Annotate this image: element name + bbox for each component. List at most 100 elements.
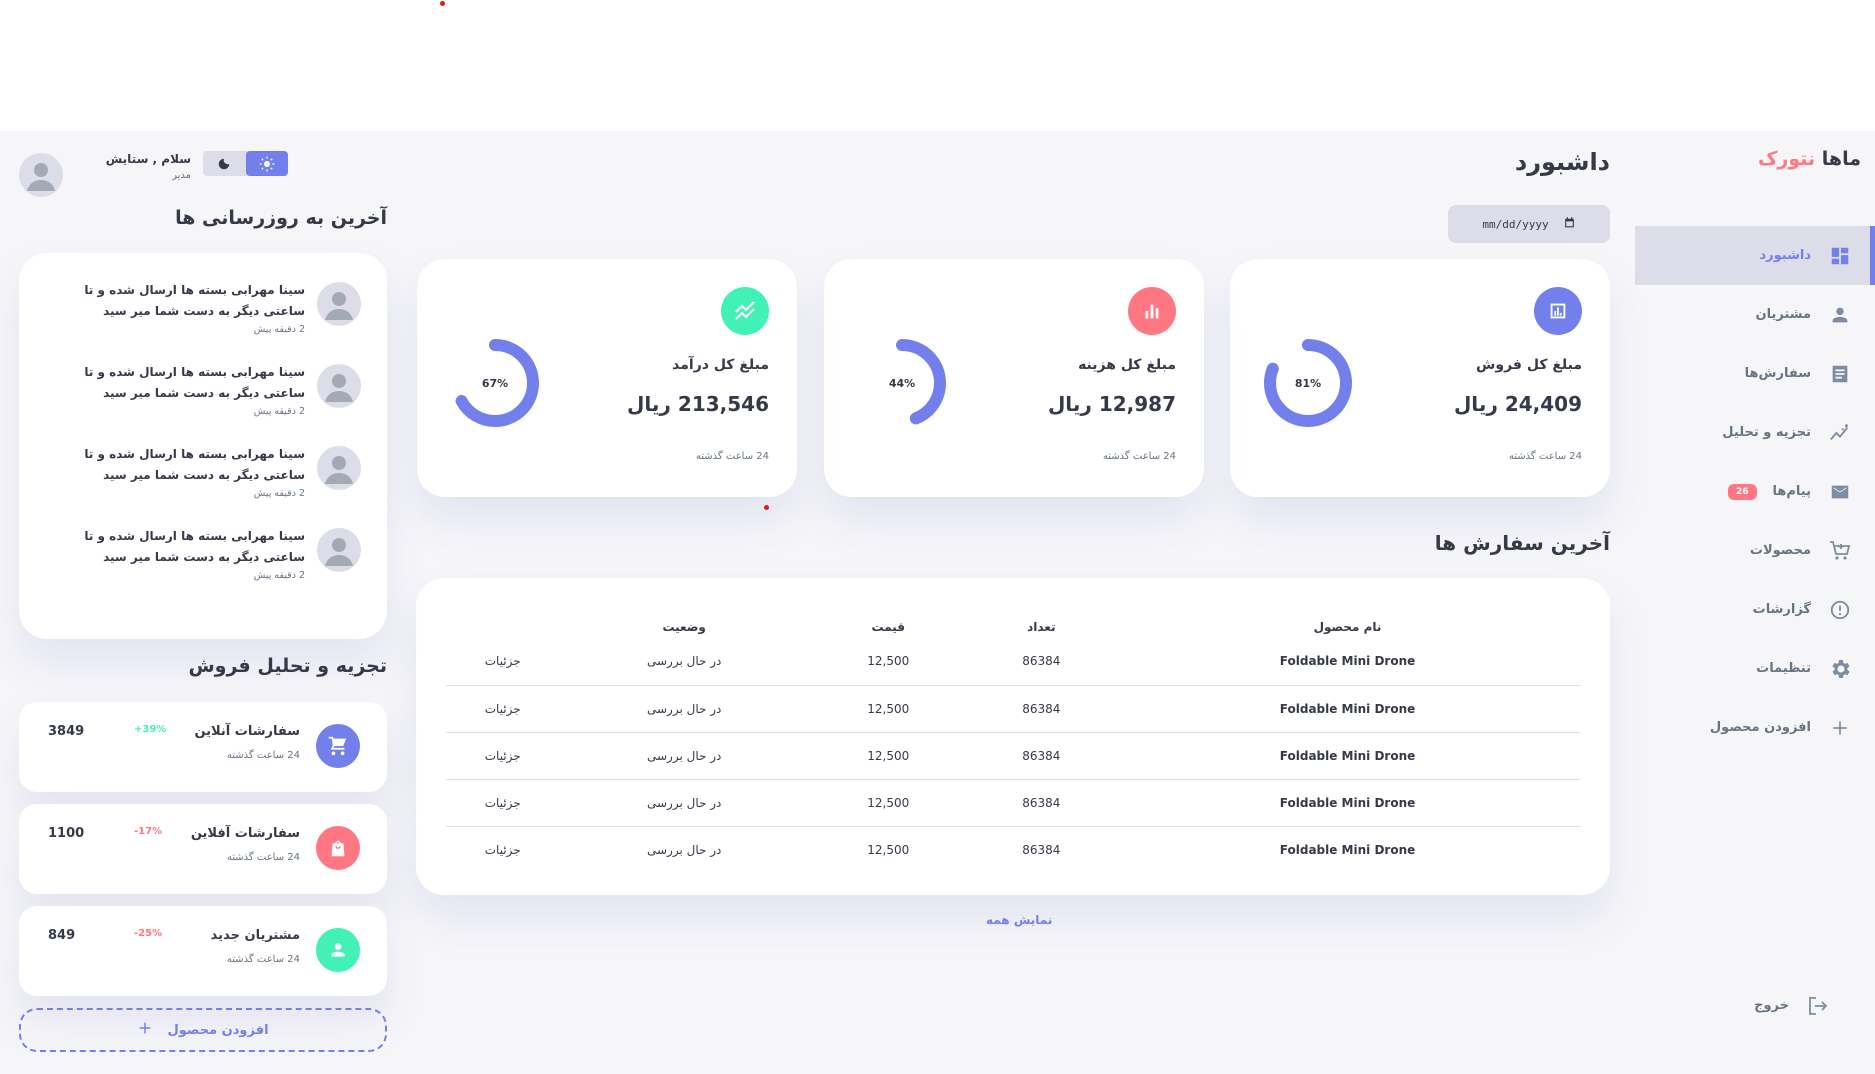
analytics-title: مشتریان جدید [210, 928, 300, 943]
status-cell: در حال بررسی [646, 842, 722, 857]
update-text: سینا مهرابی بسته ها ارسال شده و تا ساعتی… [84, 447, 305, 482]
quantity-cell: 86384 [1022, 842, 1061, 857]
recent-updates-title: آخرین به روزرسانی ها [175, 207, 387, 229]
profile-greeting: سلام , ستایش [105, 152, 191, 166]
analytics-icon [1534, 287, 1582, 335]
sun-icon[interactable] [245, 151, 288, 176]
update-text: سینا مهرابی بسته ها ارسال شده و تا ساعتی… [84, 365, 305, 400]
show-all-link[interactable]: نمایش همه [986, 913, 1052, 927]
avatar [317, 364, 361, 408]
details-link[interactable]: جزئیات [446, 732, 560, 780]
sidebar-item-label: تنظیمات [1756, 661, 1811, 676]
mail-icon [1827, 479, 1853, 505]
plus-icon [1827, 715, 1853, 741]
sidebar-item-customers[interactable]: مشتریان [1635, 285, 1875, 344]
card-time: 24 ساعت گذشته [1102, 451, 1176, 462]
price-cell: 12,500 [808, 732, 968, 780]
product-name-cell: Foldable Mini Drone [1279, 842, 1416, 857]
percent-label: 81% [1294, 376, 1322, 390]
sidebar-item-label: پیام‌ها [1772, 484, 1812, 499]
card-total-sales: مبلغ کل فروش 24,409 ریال 24 ساعت گذشته 8… [1230, 259, 1610, 497]
sidebar-item-settings[interactable]: تنظیمات [1635, 639, 1875, 698]
date-placeholder: mm/dd/yyyy [1482, 217, 1549, 231]
percent-label: 67% [481, 376, 509, 390]
analytics-title: سفارشات آفلاین [190, 826, 300, 841]
avatar[interactable] [19, 153, 63, 197]
brand-logo[interactable]: ماها نتورک [1758, 148, 1861, 170]
card-total-income: مبلغ کل درآمد 213,546 ریال 24 ساعت گذشته… [417, 259, 797, 497]
card-value: 12,987 ریال [1047, 392, 1176, 416]
price-cell: 12,500 [867, 842, 910, 857]
logout-icon [1805, 993, 1831, 1019]
analytics-online-orders[interactable]: سفارشات آنلاین 24 ساعت گذشته +39% 3849 [19, 702, 387, 792]
table-header-row: نام محصول تعداد قیمت وضعیت [446, 604, 1580, 638]
update-item: سینا مهرابی بسته ها ارسال شده و تا ساعتی… [45, 280, 361, 362]
sales-analytics-title: تجزیه و تحلیل فروش [188, 655, 387, 677]
table-row: Foldable Mini Drone 86384 12,500 در حال … [446, 779, 1580, 827]
quantity-cell: 86384 [967, 685, 1116, 733]
details-link[interactable]: جزئیات [446, 685, 560, 733]
sidebar-item-add-product[interactable]: افزودن محصول [1635, 698, 1875, 757]
update-time: 2 دقیقه پیش [253, 488, 305, 499]
analytics-time: 24 ساعت گذشته [226, 750, 300, 761]
sidebar-item-label: سفارش‌ها [1744, 366, 1811, 381]
card-value: 213,546 ریال [627, 392, 769, 416]
product-name-cell: Foldable Mini Drone [1115, 779, 1580, 827]
product-name-cell: Foldable Mini Drone [1115, 638, 1580, 686]
analytics-time: 24 ساعت گذشته [226, 954, 300, 965]
analytics-percent: -25% [134, 928, 163, 939]
moon-icon[interactable] [203, 151, 246, 176]
analytics-title: سفارشات آنلاین [194, 724, 300, 739]
sidebar-item-dashboard[interactable]: داشبورد [1635, 226, 1875, 285]
status-cell: در حال بررسی [559, 638, 809, 686]
date-input[interactable]: mm/dd/yyyy [1448, 205, 1610, 243]
column-header: تعداد [1027, 620, 1056, 634]
column-header: وضعیت [662, 620, 706, 634]
analytics-offline-orders[interactable]: سفارشات آفلاین 24 ساعت گذشته -17% 1100 [19, 804, 387, 894]
sidebar-item-label: داشبورد [1759, 248, 1811, 263]
message-count-badge: 26 [1727, 483, 1757, 500]
analytics-time: 24 ساعت گذشته [226, 852, 300, 863]
card-title: مبلغ کل هزینه [1078, 357, 1176, 373]
product-name-cell: Foldable Mini Drone [1115, 685, 1580, 733]
plus-icon [137, 1020, 153, 1040]
person-icon [1827, 302, 1853, 328]
sidebar-item-analytics[interactable]: تجزیه و تحلیل [1635, 403, 1875, 462]
page-title: داشبورد [1514, 148, 1610, 176]
percent-label: 44% [888, 376, 916, 390]
bar-chart-icon [1128, 287, 1176, 335]
update-text: سینا مهرابی بسته ها ارسال شده و تا ساعتی… [84, 529, 305, 564]
price-cell: 12,500 [808, 779, 968, 827]
analytics-new-customers[interactable]: مشتریان جدید 24 ساعت گذشته -25% 849 [19, 906, 387, 996]
shopping-bag-icon [316, 826, 360, 870]
grid-icon [1827, 243, 1853, 269]
calendar-icon[interactable] [1563, 216, 1576, 232]
logout-button[interactable]: خروج [1754, 976, 1853, 1035]
sidebar-item-orders[interactable]: سفارش‌ها [1635, 344, 1875, 403]
table-row: Foldable Mini Drone 86384 12,500 در حال … [446, 638, 1580, 686]
update-item: سینا مهرابی بسته ها ارسال شده و تا ساعتی… [45, 526, 361, 608]
avatar [317, 528, 361, 572]
price-cell: 12,500 [808, 638, 968, 686]
theme-toggle[interactable] [203, 151, 288, 176]
card-total-expense: مبلغ کل هزینه 12,987 ریال 24 ساعت گذشته … [824, 259, 1204, 497]
sidebar-item-label: مشتریان [1755, 307, 1811, 322]
column-header: قیمت [871, 620, 906, 634]
details-link[interactable]: جزئیات [446, 779, 560, 827]
update-time: 2 دقیقه پیش [253, 324, 305, 335]
update-text: سینا مهرابی بسته ها ارسال شده و تا ساعتی… [84, 283, 305, 318]
sidebar-item-messages[interactable]: پیام‌ها 26 [1635, 462, 1875, 521]
add-product-button[interactable]: افزودن محصول [19, 1008, 387, 1052]
sidebar-item-label: افزودن محصول [1709, 720, 1811, 735]
avatar [317, 446, 361, 490]
recent-updates-panel: سینا مهرابی بسته ها ارسال شده و تا ساعتی… [19, 253, 387, 639]
details-link[interactable]: جزئیات [446, 638, 560, 686]
sidebar-item-products[interactable]: محصولات [1635, 521, 1875, 580]
quantity-cell: 86384 [967, 779, 1116, 827]
details-link[interactable]: جزئیات [446, 826, 559, 873]
sidebar-item-reports[interactable]: گزارشات [1635, 580, 1875, 639]
top-bar: سلام , ستایش مدیر [18, 139, 388, 197]
quantity-cell: 86384 [967, 732, 1116, 780]
card-time: 24 ساعت گذشته [695, 451, 769, 462]
recent-orders-panel: نام محصول تعداد قیمت وضعیت Foldable Mini… [416, 578, 1610, 895]
